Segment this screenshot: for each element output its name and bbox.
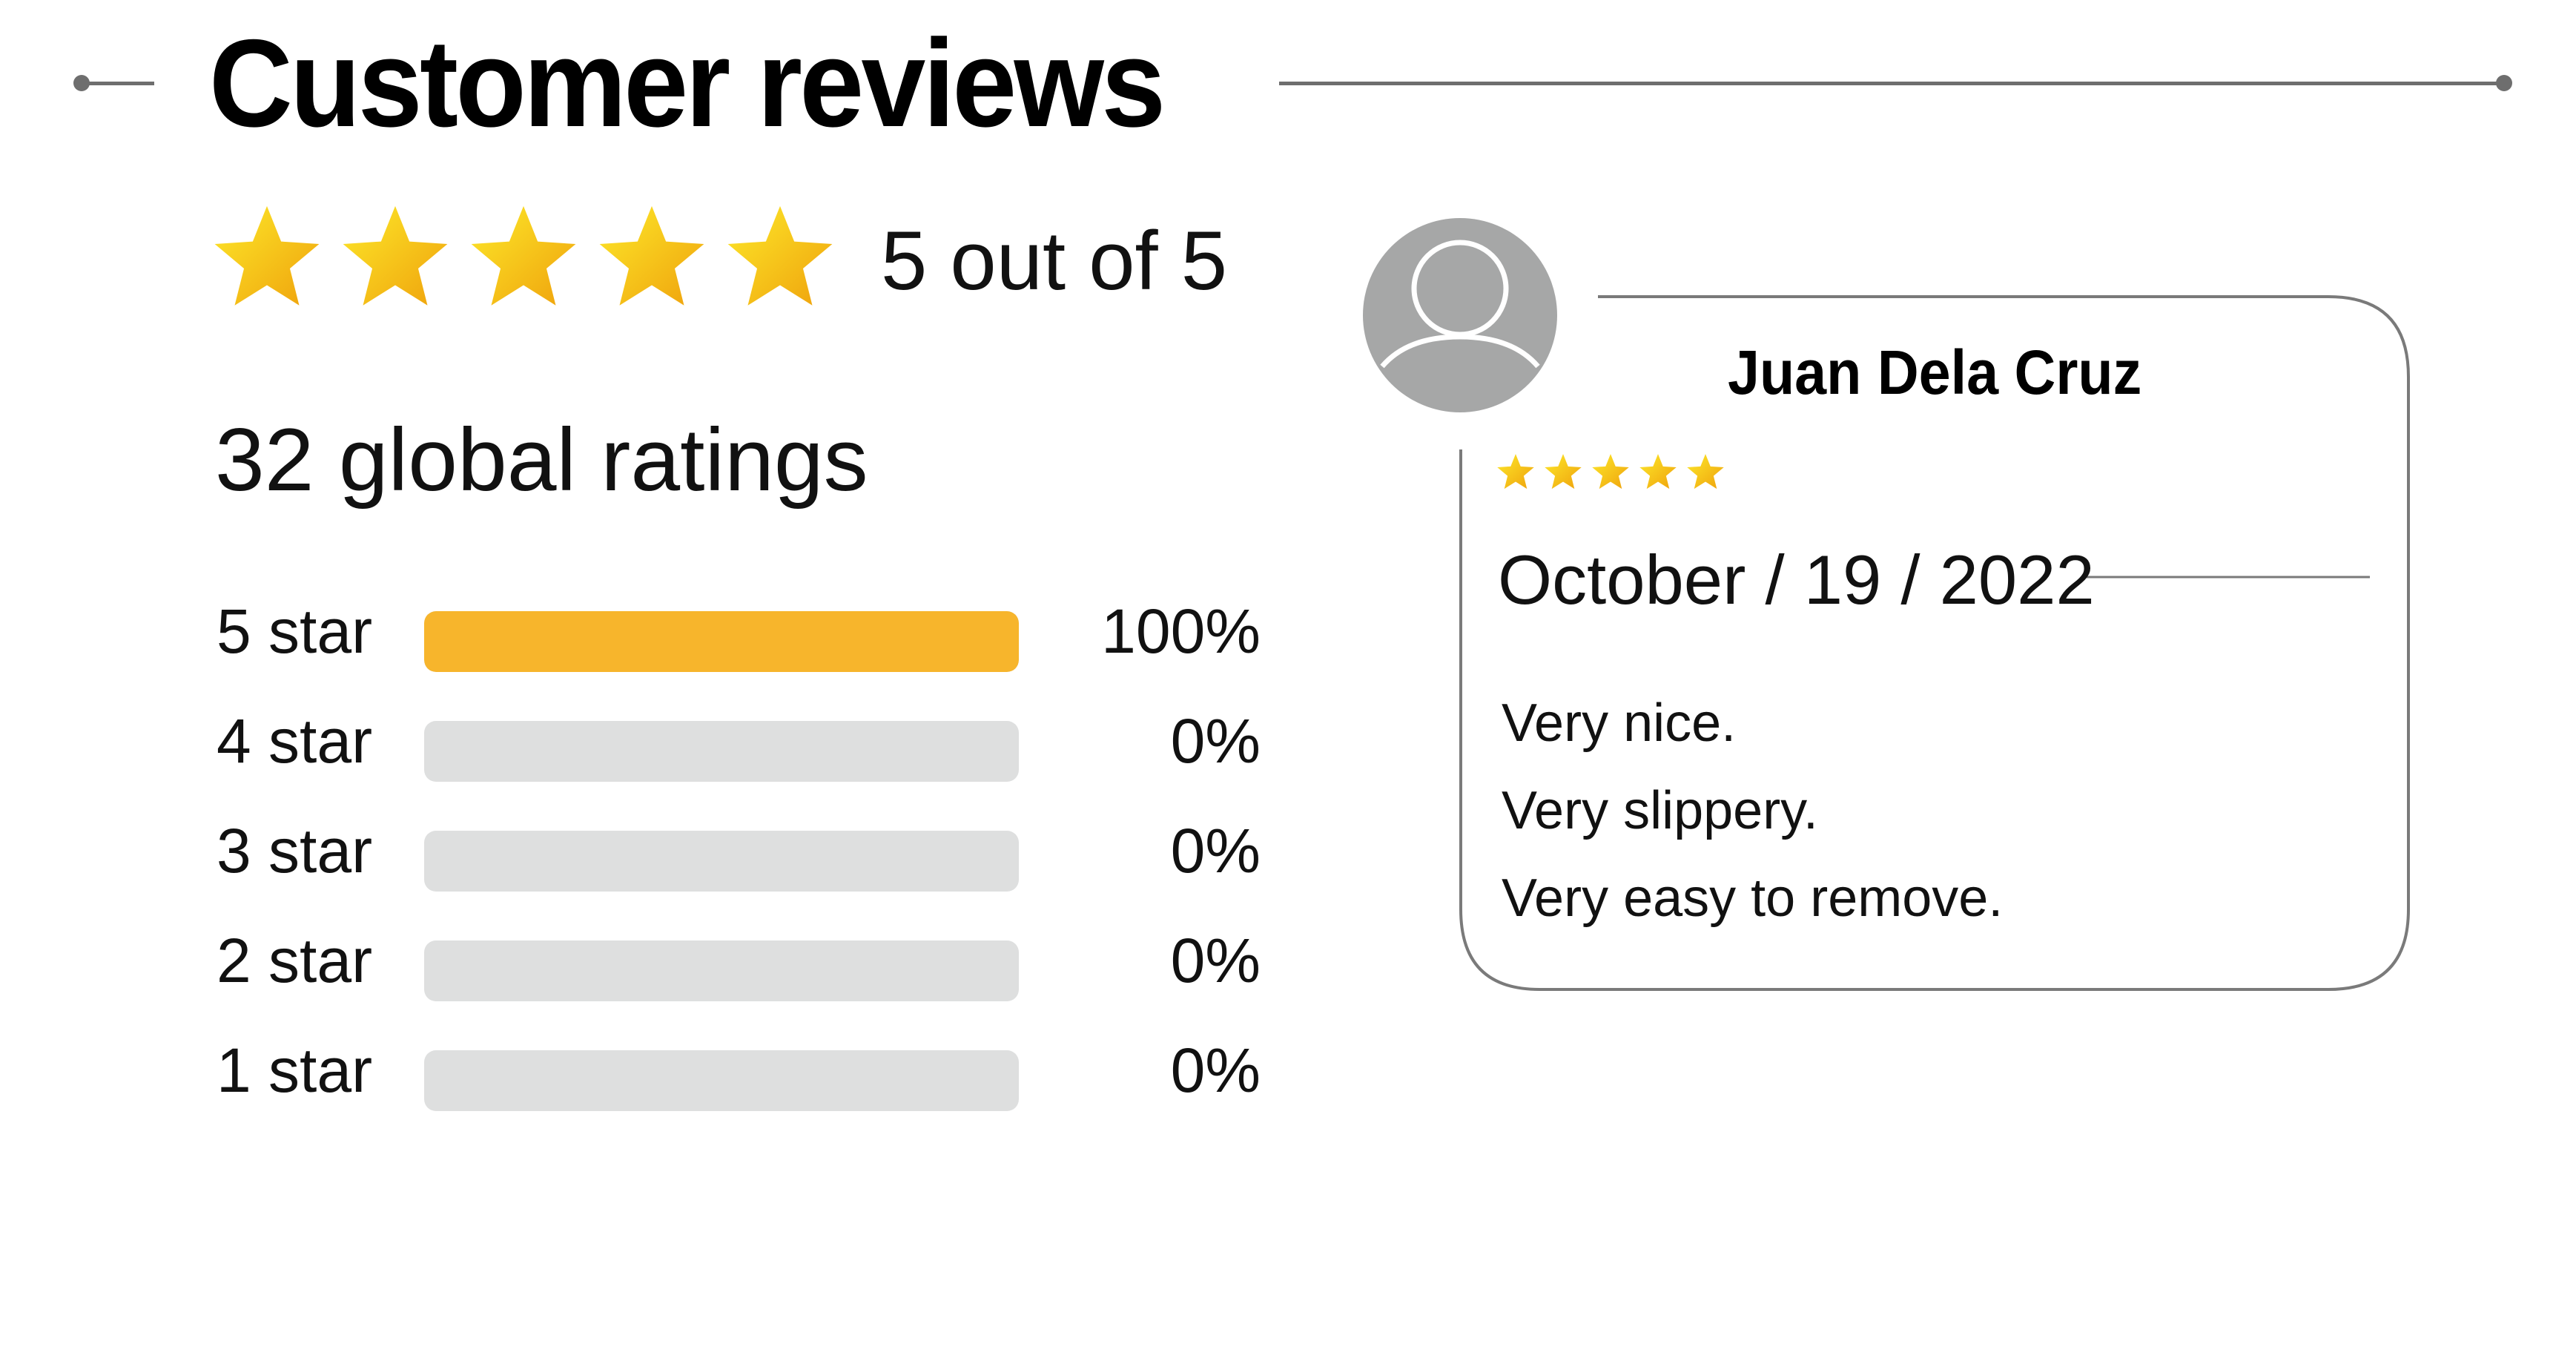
- review-rating-stars: [1496, 452, 1725, 491]
- review-text-line: Very slippery.: [1502, 781, 1818, 840]
- user-avatar-icon[interactable]: [1363, 218, 1557, 412]
- star-icon: [1497, 454, 1534, 490]
- review-text-line: Very easy to remove.: [1502, 869, 2004, 928]
- star-icon: [1545, 454, 1582, 490]
- reviewer-name[interactable]: Juan Dela Cruz: [1728, 335, 2141, 409]
- review-date: October / 19 / 2022: [1498, 541, 2095, 619]
- review-text-line: Very nice.: [1502, 693, 1737, 753]
- star-icon: [1592, 454, 1629, 490]
- review-card-frame: [1459, 295, 2410, 991]
- star-icon: [1639, 454, 1677, 490]
- star-icon: [1687, 454, 1724, 490]
